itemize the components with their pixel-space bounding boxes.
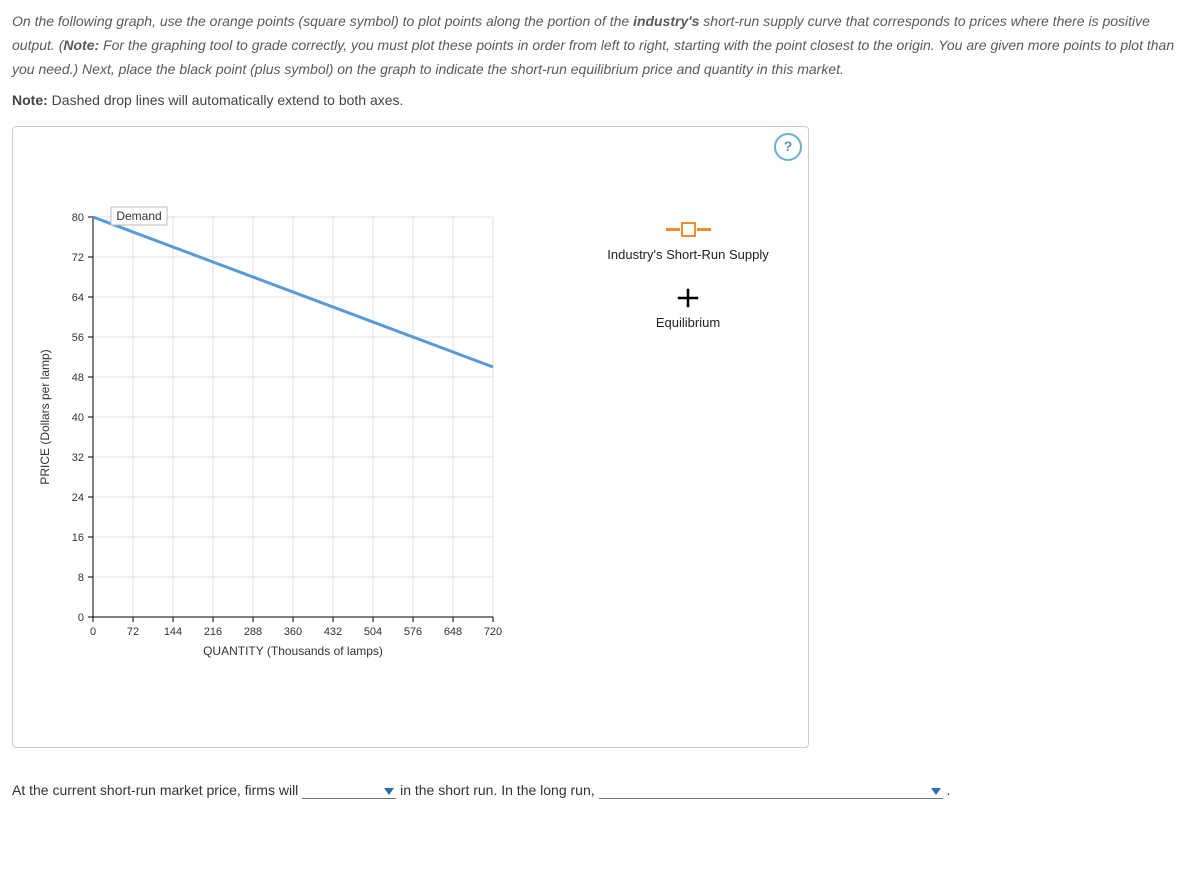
note-bold: Note:: [12, 92, 48, 108]
chart-area[interactable]: 0 72 144 216 288 360 432 504 576 648 720 0 8 16 24 32 40…: [33, 207, 553, 710]
svg-text:QUANTITY (Thousands of lamps): QUANTITY (Thousands of lamps): [203, 644, 383, 658]
supply-tool[interactable]: Industry's Short-Run Supply: [583, 222, 793, 262]
square-symbol-icon: [583, 222, 793, 237]
note-text: Dashed drop lines will automatically ext…: [48, 92, 404, 108]
svg-text:16: 16: [72, 532, 84, 544]
chevron-down-icon: [931, 788, 941, 795]
svg-text:PRICE (Dollars per lamp): PRICE (Dollars per lamp): [38, 349, 52, 484]
svg-text:144: 144: [164, 626, 182, 638]
dropdown-shortrun[interactable]: [302, 782, 396, 799]
svg-text:432: 432: [324, 626, 342, 638]
question-line: At the current short-run market price, f…: [12, 782, 1188, 799]
question-suffix: .: [946, 782, 950, 798]
svg-text:576: 576: [404, 626, 422, 638]
instructions-text: On the following graph, use the orange p…: [12, 10, 1188, 81]
svg-text:360: 360: [284, 626, 302, 638]
svg-text:80: 80: [72, 212, 84, 224]
svg-text:48: 48: [72, 372, 84, 384]
svg-text:72: 72: [72, 252, 84, 264]
svg-text:0: 0: [78, 612, 84, 624]
svg-text:72: 72: [127, 626, 139, 638]
instr-part: For the graphing tool to grade correctly…: [12, 37, 1174, 77]
svg-text:288: 288: [244, 626, 262, 638]
instr-bold2: Note:: [63, 37, 99, 53]
help-button[interactable]: ?: [774, 133, 802, 161]
demand-label: Demand: [116, 209, 161, 223]
chart-svg[interactable]: 0 72 144 216 288 360 432 504 576 648 720 0 8 16 24 32 40…: [33, 207, 553, 707]
svg-text:8: 8: [78, 572, 84, 584]
supply-tool-label: Industry's Short-Run Supply: [583, 247, 793, 262]
svg-text:56: 56: [72, 332, 84, 344]
question-middle: in the short run. In the long run,: [400, 782, 598, 798]
equilibrium-tool[interactable]: Equilibrium: [583, 288, 793, 330]
chevron-down-icon: [384, 788, 394, 795]
equilibrium-tool-label: Equilibrium: [583, 315, 793, 330]
svg-text:216: 216: [204, 626, 222, 638]
svg-text:24: 24: [72, 492, 84, 504]
svg-text:0: 0: [90, 626, 96, 638]
svg-text:40: 40: [72, 412, 84, 424]
svg-text:32: 32: [72, 452, 84, 464]
svg-text:64: 64: [72, 292, 84, 304]
dropdown-longrun[interactable]: [599, 782, 943, 799]
svg-text:648: 648: [444, 626, 462, 638]
svg-text:504: 504: [364, 626, 382, 638]
instr-part: On the following graph, use the orange p…: [12, 13, 633, 29]
note-line: Note: Dashed drop lines will automatical…: [12, 89, 1188, 111]
question-prefix: At the current short-run market price, f…: [12, 782, 302, 798]
plus-symbol-icon: [677, 288, 699, 308]
instr-bold1: industry's: [633, 13, 699, 29]
svg-text:720: 720: [484, 626, 502, 638]
graph-panel: ? 0 72 144 216 288 360 432 504 576 648 720 0 8 16 24 32…: [12, 126, 809, 748]
tool-palette: Industry's Short-Run Supply Equilibrium: [583, 222, 793, 356]
